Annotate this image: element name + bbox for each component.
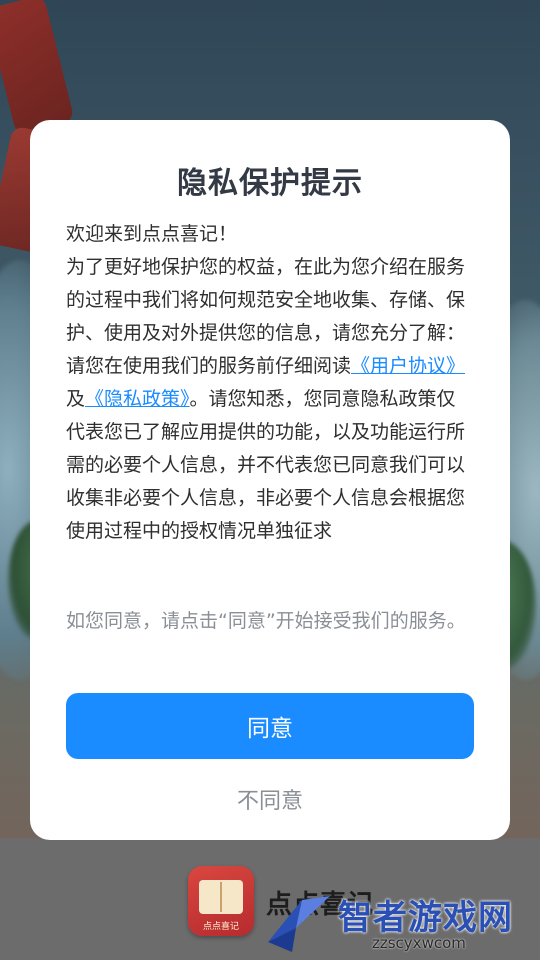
read-paragraph: 请您在使用我们的服务前仔细阅读《用户协议》及《隐私政策》。请您知悉，您同意隐私政… bbox=[66, 350, 474, 548]
intro-text: 为了更好地保护您的权益，在此为您介绍在服务的过程中我们将如何规范安全地收集、存储… bbox=[66, 256, 466, 344]
app-icon-caption: 点点喜记 bbox=[202, 922, 239, 932]
watermark-title: 智者游戏网 bbox=[338, 898, 513, 938]
disagree-button[interactable]: 不同意 bbox=[170, 778, 370, 820]
watermark-url: zzscyxwcom bbox=[372, 934, 466, 952]
read-suffix-text: 。请您知悉，您同意隐私政策仅代表您已了解应用提供的功能，以及功能运行所需的必要个… bbox=[66, 388, 466, 542]
watermark: 智者游戏网 zzscyxwcom bbox=[262, 888, 540, 960]
dialog-title: 隐私保护提示 bbox=[177, 166, 363, 201]
privacy-policy-link[interactable]: 《隐私政策》 bbox=[85, 388, 190, 410]
agree-button[interactable]: 同意 bbox=[66, 693, 474, 759]
privacy-dialog: 隐私保护提示 欢迎来到点点喜记！ 为了更好地保护您的权益，在此为您介绍在服务的过… bbox=[30, 120, 510, 840]
read-prefix-text: 请您在使用我们的服务前仔细阅读 bbox=[66, 355, 352, 377]
consent-note: 如您同意，请点击“同意”开始接受我们的服务。 bbox=[66, 610, 466, 632]
screen: 点点喜记 点点喜记 智者游戏网 zzscyxwcom 隐私保护提示 欢迎来到点点… bbox=[0, 0, 540, 960]
watermark-logo-icon bbox=[268, 896, 330, 952]
book-icon bbox=[199, 880, 243, 914]
app-logo-icon: 点点喜记 bbox=[188, 866, 254, 936]
and-text: 及 bbox=[66, 388, 86, 410]
dialog-body[interactable]: 欢迎来到点点喜记！ 为了更好地保护您的权益，在此为您介绍在服务的过程中我们将如何… bbox=[66, 218, 474, 582]
user-agreement-link[interactable]: 《用户协议》 bbox=[351, 355, 465, 377]
welcome-text: 欢迎来到点点喜记！ bbox=[66, 223, 238, 245]
